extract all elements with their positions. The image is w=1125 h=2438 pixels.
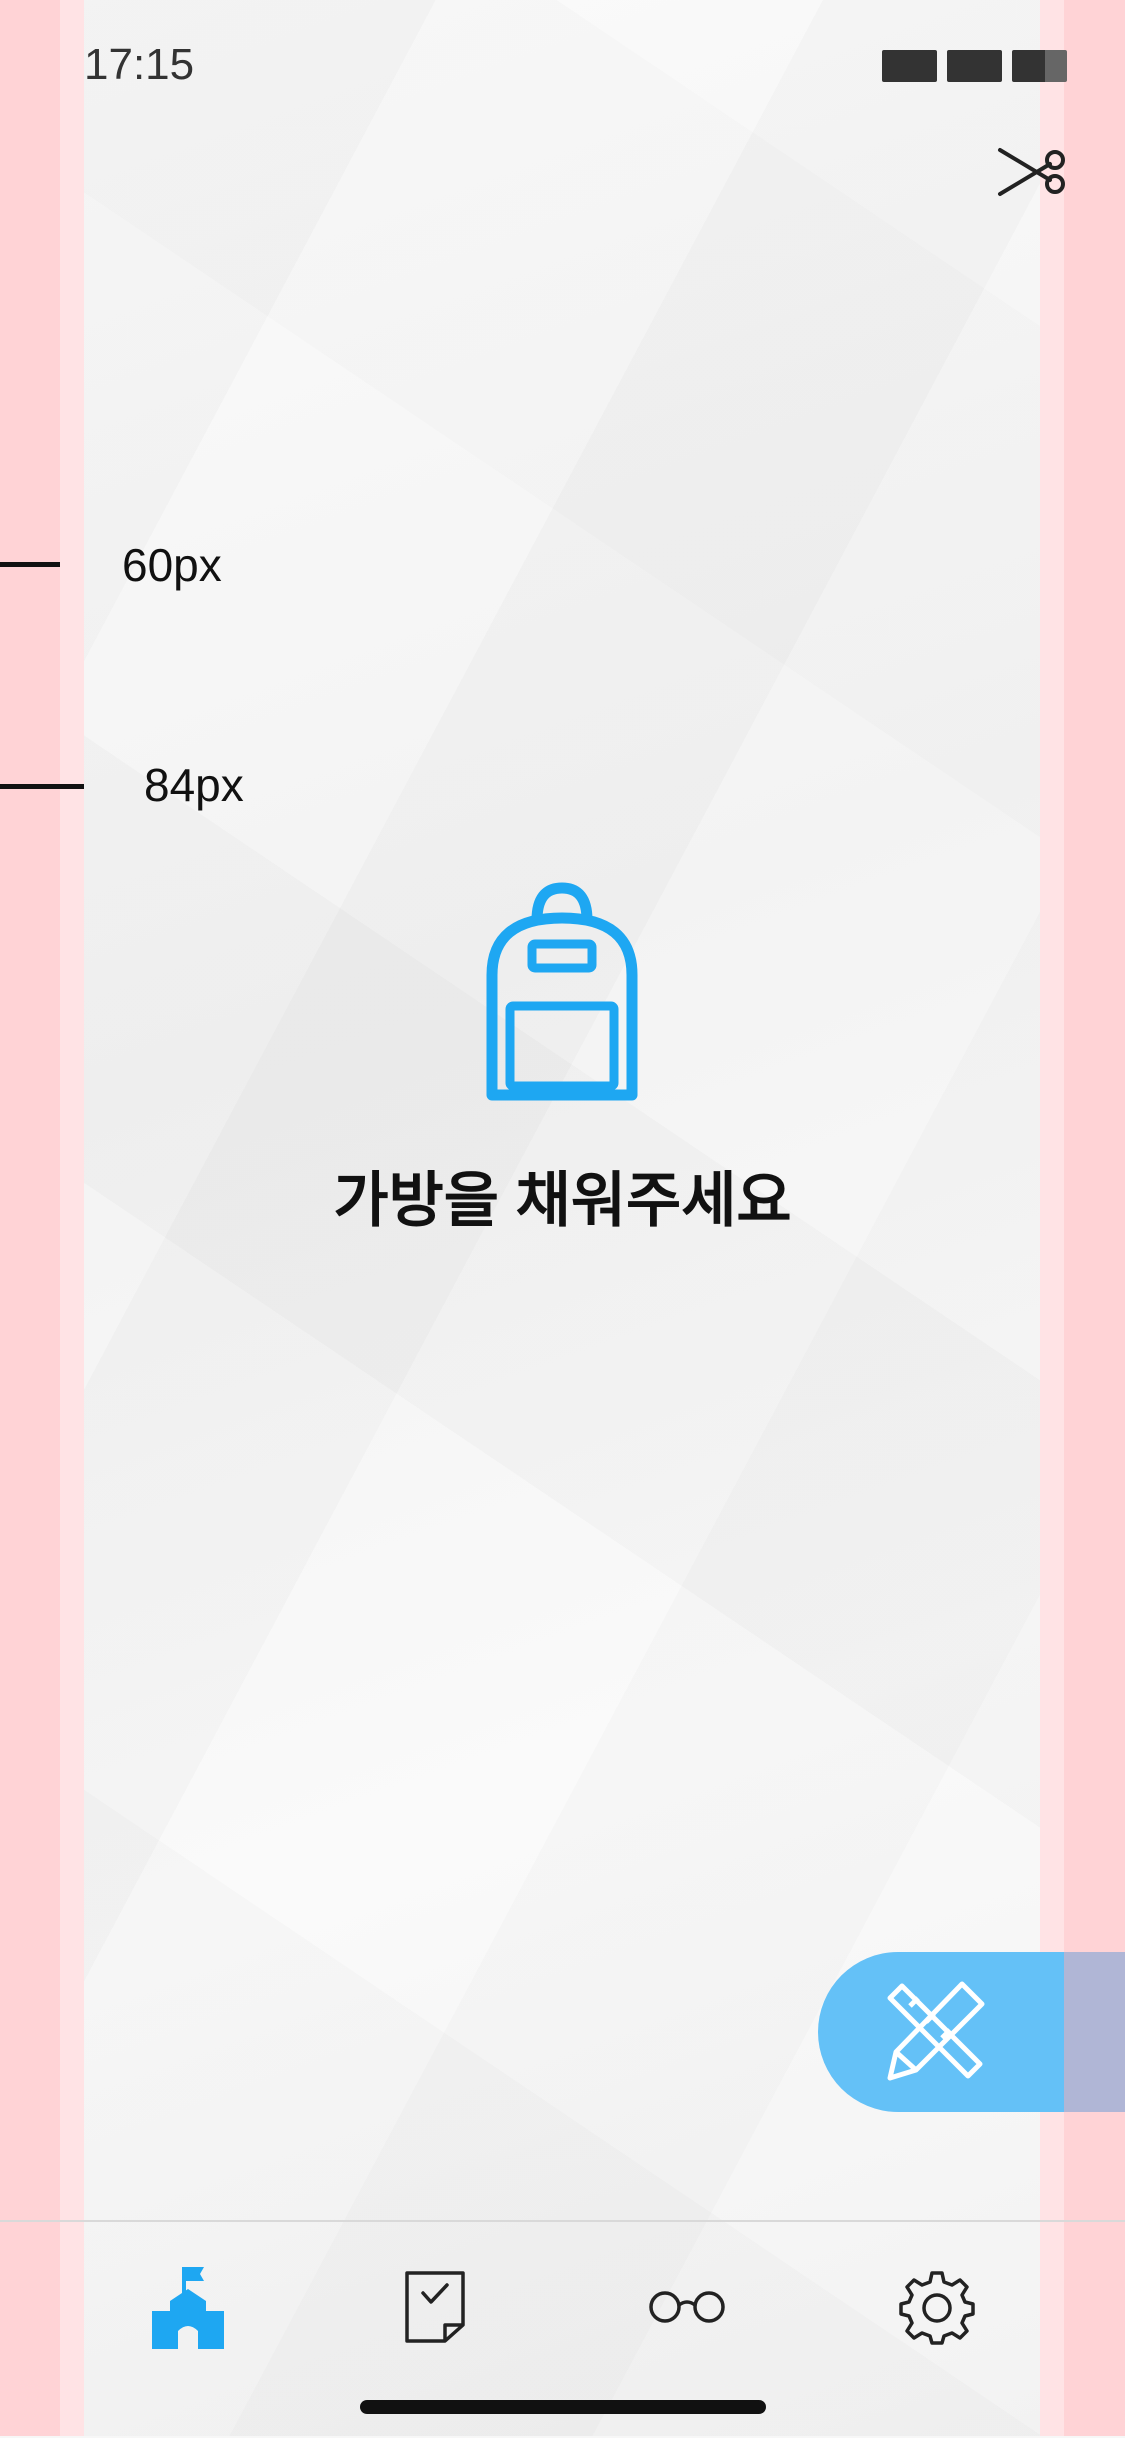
add-item-fab[interactable] [818,1952,1125,2112]
tab-settings[interactable] [882,2252,992,2362]
battery-icon [1012,50,1067,82]
guide-label-84: 84px [144,759,244,811]
note-check-icon [405,2271,465,2343]
pencil-ruler-icon [887,1981,985,2081]
status-time: 17:15 [84,40,195,89]
tab-notes[interactable] [380,2252,490,2362]
guide-line-60 [0,562,60,567]
backpack-icon [486,882,638,1101]
wifi-icon [947,50,1002,82]
guide-line-84 [0,784,84,789]
tab-home[interactable] [133,2252,243,2362]
school-icon [152,2267,224,2349]
home-indicator[interactable] [360,2400,766,2414]
signal-icon [882,50,937,82]
guide-label-60: 60px [122,539,222,591]
scissors-icon[interactable] [996,146,1066,198]
status-icons [882,50,1067,82]
gear-icon [899,2271,975,2345]
tab-glasses[interactable] [632,2252,742,2362]
glasses-icon [649,2291,725,2323]
empty-state-message: 가방을 채워주세요 [333,1167,792,1234]
